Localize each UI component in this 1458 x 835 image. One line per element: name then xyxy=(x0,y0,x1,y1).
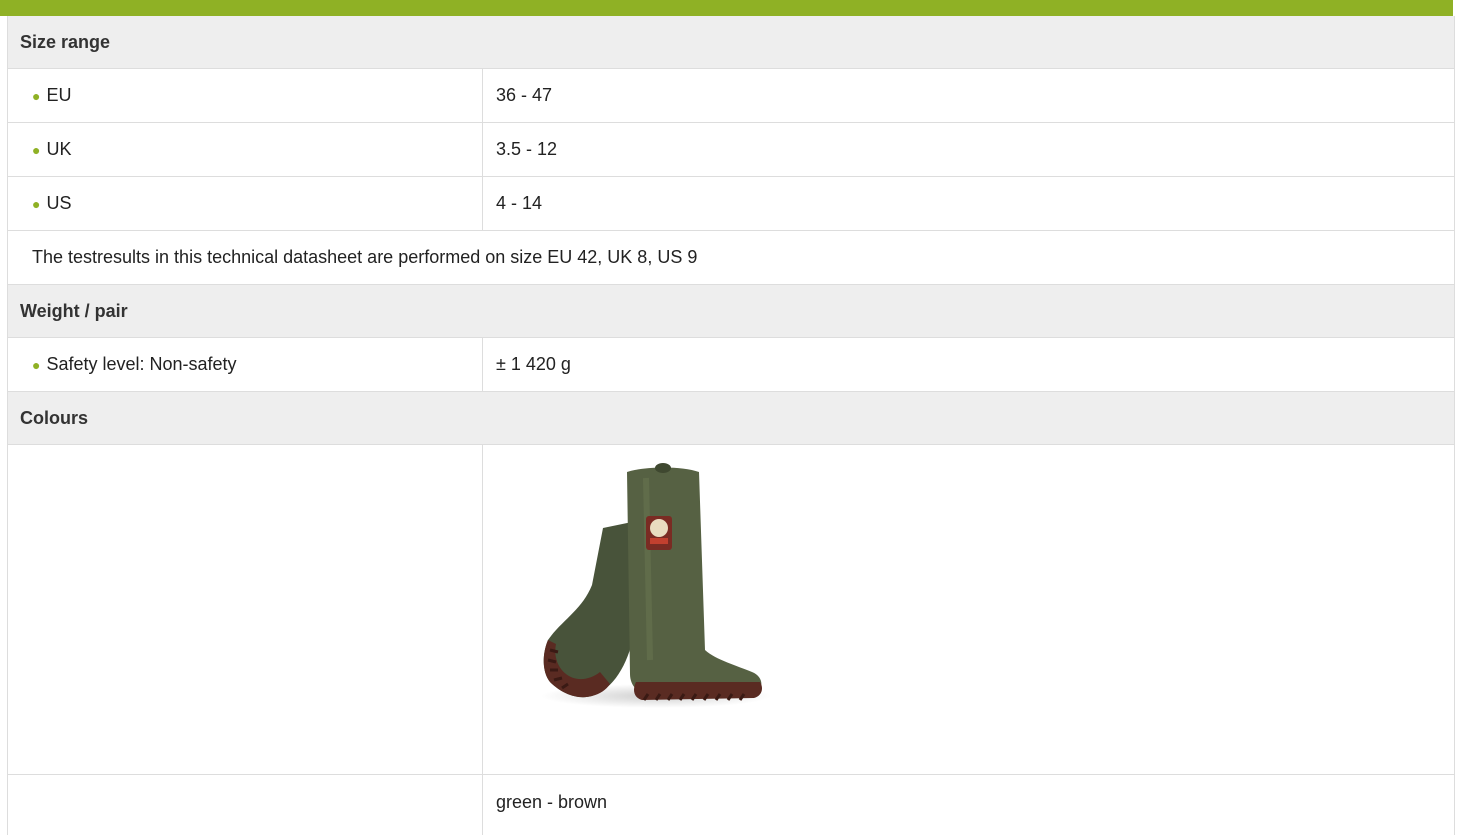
size-label-eu: EU xyxy=(46,85,72,105)
section-heading-text: Size range xyxy=(20,31,111,52)
size-label-us: US xyxy=(46,193,72,213)
table-row: ● US 4 - 14 xyxy=(8,177,1454,231)
size-value-eu: 36 - 47 xyxy=(496,85,553,105)
table-row: green - brown xyxy=(8,775,1454,835)
section-heading-weight: Weight / pair xyxy=(8,285,1454,338)
size-value-uk: 3.5 - 12 xyxy=(496,139,558,159)
section-heading-size-range: Size range xyxy=(8,16,1454,69)
section-heading-text: Colours xyxy=(20,407,89,428)
bullet-icon: ● xyxy=(32,356,41,373)
section-heading-text: Weight / pair xyxy=(20,300,128,321)
colour-name: green - brown xyxy=(496,792,608,812)
technical-datasheet: Size range ● EU 36 - 47 ● UK 3.5 - 12 ● … xyxy=(7,16,1455,835)
bullet-icon: ● xyxy=(32,87,41,104)
size-label-uk: UK xyxy=(46,139,72,159)
boot-product-image xyxy=(496,450,802,760)
size-note-text: The testresults in this technical datash… xyxy=(32,247,698,267)
table-row: ● UK 3.5 - 12 xyxy=(8,123,1454,177)
weight-label: Safety level: Non-safety xyxy=(46,354,237,374)
bullet-icon: ● xyxy=(32,141,41,158)
colour-image-row xyxy=(8,445,1454,775)
size-note: The testresults in this technical datash… xyxy=(8,231,1454,285)
colour-image-label xyxy=(8,445,483,774)
table-row: ● EU 36 - 47 xyxy=(8,69,1454,123)
boot-pair-icon xyxy=(541,463,771,708)
table-row: ● Safety level: Non-safety ± 1 420 g xyxy=(8,338,1454,392)
section-heading-colours: Colours xyxy=(8,392,1454,445)
bullet-icon: ● xyxy=(32,195,41,212)
size-value-us: 4 - 14 xyxy=(496,193,543,213)
weight-value: ± 1 420 g xyxy=(496,354,571,374)
top-accent-bar xyxy=(0,0,1453,16)
